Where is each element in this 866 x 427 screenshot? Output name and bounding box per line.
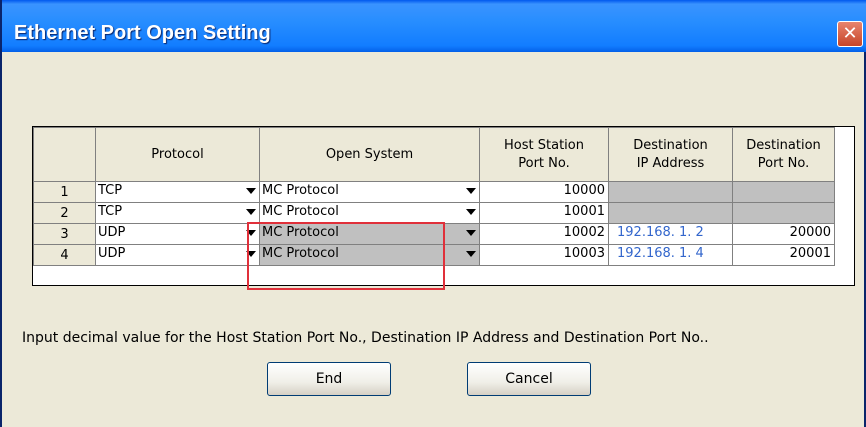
protocol-select[interactable]: TCP (95, 181, 260, 203)
header-rownum (33, 127, 96, 182)
protocol-value: UDP (98, 225, 126, 240)
close-icon[interactable]: ✕ (838, 22, 862, 46)
header-dest-port-line1: Destination (746, 137, 821, 153)
open-system-select[interactable]: MC Protocol (259, 202, 480, 224)
dest-port-field (732, 202, 835, 224)
open-system-select[interactable]: MC Protocol (259, 181, 480, 203)
header-dest-ip-line2: IP Address (636, 155, 705, 171)
open-system-value: MC Protocol (262, 204, 339, 219)
host-port-field[interactable]: 10000 (479, 181, 609, 203)
header-dest-ip: Destination IP Address (608, 127, 733, 182)
host-port-value: 10000 (563, 183, 605, 198)
dest-ip-field (608, 202, 733, 224)
chevron-down-icon[interactable] (466, 209, 476, 215)
header-dest-ip-line1: Destination (633, 137, 708, 153)
title-bar[interactable]: Ethernet Port Open Setting ✕ (2, 0, 866, 52)
dest-ip-field (608, 181, 733, 203)
highlight-box (247, 222, 445, 290)
header-dest-port: Destination Port No. (732, 127, 835, 182)
dest-port-value: 20000 (789, 225, 831, 240)
protocol-value: UDP (98, 246, 126, 261)
cancel-button[interactable]: Cancel (467, 362, 591, 396)
dest-ip-value: 192.168. 1. 4 (617, 246, 704, 261)
row-number: 4 (33, 244, 96, 266)
header-host-port: Host Station Port No. (479, 127, 609, 182)
host-port-field[interactable]: 10001 (479, 202, 609, 224)
host-port-field[interactable]: 10003 (479, 244, 609, 266)
dialog-window: Ethernet Port Open Setting ✕ Protocol Op… (0, 0, 866, 427)
dest-port-field (732, 181, 835, 203)
host-port-field[interactable]: 10002 (479, 223, 609, 245)
host-port-value: 10001 (563, 204, 605, 219)
chevron-down-icon[interactable] (466, 188, 476, 194)
dest-port-field[interactable]: 20000 (732, 223, 835, 245)
header-dest-port-line2: Port No. (757, 155, 810, 171)
table-row: 1 TCP MC Protocol 10000 (33, 181, 835, 203)
chevron-down-icon[interactable] (246, 188, 256, 194)
row-number: 1 (33, 181, 96, 203)
host-port-value: 10002 (563, 225, 605, 240)
protocol-value: TCP (98, 204, 123, 219)
dest-ip-field[interactable]: 192.168. 1. 4 (608, 244, 733, 266)
row-number: 3 (33, 223, 96, 245)
protocol-value: TCP (98, 183, 123, 198)
end-button[interactable]: End (267, 362, 391, 396)
dest-ip-value: 192.168. 1. 2 (617, 225, 704, 240)
header-open-system: Open System (259, 127, 480, 182)
chevron-down-icon[interactable] (466, 230, 476, 236)
close-button[interactable]: ✕ (837, 21, 863, 47)
header-protocol: Protocol (95, 127, 260, 182)
header-host-port-line2: Port No. (518, 155, 570, 171)
chevron-down-icon[interactable] (246, 209, 256, 215)
header-host-port-line1: Host Station (504, 137, 584, 153)
chevron-down-icon[interactable] (466, 251, 476, 257)
protocol-select[interactable]: UDP (95, 244, 260, 266)
open-system-value: MC Protocol (262, 183, 339, 198)
dest-port-field[interactable]: 20001 (732, 244, 835, 266)
dialog-title: Ethernet Port Open Setting (14, 22, 271, 44)
dest-ip-field[interactable]: 192.168. 1. 2 (608, 223, 733, 245)
row-number: 2 (33, 202, 96, 224)
instruction-text: Input decimal value for the Host Station… (22, 330, 709, 346)
dest-port-value: 20001 (789, 246, 831, 261)
protocol-select[interactable]: TCP (95, 202, 260, 224)
host-port-value: 10003 (563, 246, 605, 261)
table-row: 2 TCP MC Protocol 10001 (33, 202, 835, 224)
protocol-select[interactable]: UDP (95, 223, 260, 245)
